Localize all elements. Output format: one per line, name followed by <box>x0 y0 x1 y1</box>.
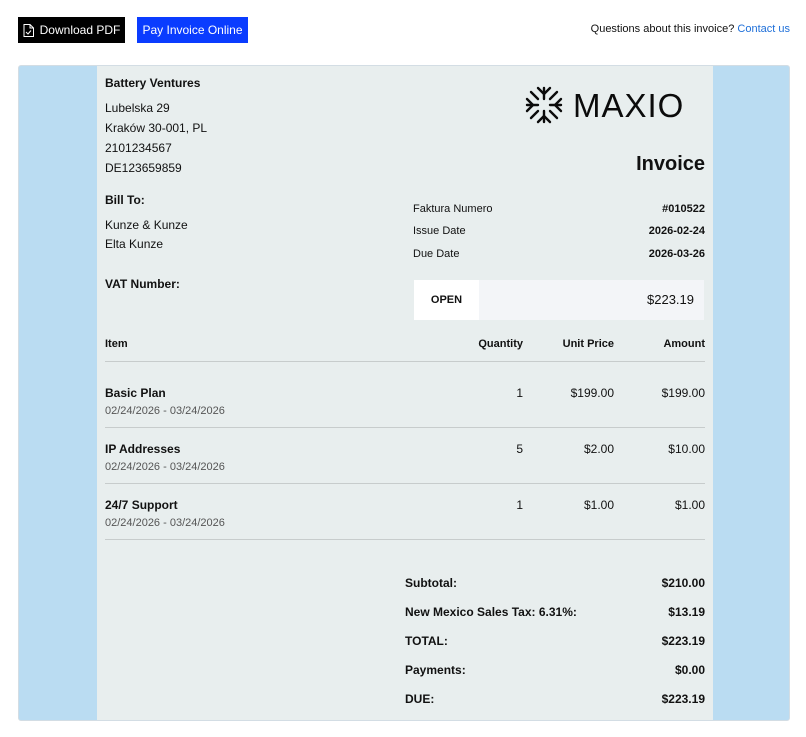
invoice-number-row: Faktura Numero #010522 <box>413 203 705 215</box>
line-item-name: Basic Plan <box>105 386 166 400</box>
download-pdf-button[interactable]: Download PDF <box>18 17 125 43</box>
line-item-amount: $10.00 <box>668 442 705 456</box>
contact-us-link[interactable]: Contact us <box>737 23 790 35</box>
bill-to-contact: Elta Kunze <box>105 237 164 251</box>
seller-name: Battery Ventures <box>105 76 201 90</box>
due-date-row: Due Date 2026-03-26 <box>413 248 705 260</box>
issue-date-value: 2026-02-24 <box>648 225 705 237</box>
status-amount: $223.19 <box>647 292 694 307</box>
line-item-amount: $1.00 <box>674 498 705 512</box>
header-quantity: Quantity <box>478 338 523 350</box>
company-logo: MAXIO <box>525 86 707 124</box>
pay-invoice-online-button[interactable]: Pay Invoice Online <box>137 17 248 43</box>
payments-value: $0.00 <box>674 663 705 677</box>
invoice-document: Battery Ventures Lubelska 29 Kraków 30-0… <box>97 66 713 720</box>
header-item: Item <box>105 338 128 350</box>
sales-tax-row: New Mexico Sales Tax: 6.31%: $13.19 <box>405 605 705 619</box>
download-pdf-label: Download PDF <box>39 23 121 37</box>
subtotal-row: Subtotal: $210.00 <box>405 576 705 590</box>
line-item-period: 02/24/2026 - 03/24/2026 <box>105 517 225 529</box>
pdf-file-icon <box>23 23 34 37</box>
header-unit-price: Unit Price <box>562 338 614 350</box>
line-item-quantity: 1 <box>516 498 523 512</box>
line-item-unit-price: $2.00 <box>583 442 614 456</box>
bill-to-label: Bill To: <box>105 193 145 207</box>
payments-label: Payments: <box>405 663 466 677</box>
questions-text: Questions about this invoice? Contact us <box>591 23 790 35</box>
invoice-number-label: Faktura Numero <box>413 203 493 215</box>
line-item-row: Basic Plan 02/24/2026 - 03/24/2026 1 $19… <box>105 372 705 428</box>
line-item-period: 02/24/2026 - 03/24/2026 <box>105 405 225 417</box>
line-item-quantity: 1 <box>516 386 523 400</box>
sales-tax-value: $13.19 <box>668 605 705 619</box>
due-row: DUE: $223.19 <box>405 692 705 706</box>
line-item-row: IP Addresses 02/24/2026 - 03/24/2026 5 $… <box>105 428 705 484</box>
line-items-header: Item Quantity Unit Price Amount <box>105 338 705 362</box>
maxio-logo-icon <box>525 86 563 124</box>
line-item-name: IP Addresses <box>105 442 181 456</box>
due-date-label: Due Date <box>413 248 460 260</box>
status-box: OPEN $223.19 <box>414 280 704 320</box>
line-item-period: 02/24/2026 - 03/24/2026 <box>105 461 225 473</box>
due-date-value: 2026-03-26 <box>648 248 705 260</box>
issue-date-label: Issue Date <box>413 225 466 237</box>
header-amount: Amount <box>663 338 705 350</box>
vat-number-label: VAT Number: <box>105 277 180 291</box>
invoice-title: Invoice <box>636 153 705 175</box>
line-item-name: 24/7 Support <box>105 498 178 512</box>
total-label: TOTAL: <box>405 634 448 648</box>
bill-to-company: Kunze & Kunze <box>105 218 188 232</box>
line-item-quantity: 5 <box>516 442 523 456</box>
payments-row: Payments: $0.00 <box>405 663 705 677</box>
total-value: $223.19 <box>661 634 705 648</box>
invoice-number-value: #010522 <box>662 203 705 215</box>
invoice-frame: Battery Ventures Lubelska 29 Kraków 30-0… <box>18 65 790 721</box>
due-value: $223.19 <box>661 692 705 706</box>
line-item-unit-price: $199.00 <box>570 386 614 400</box>
logo-text: MAXIO <box>573 86 685 124</box>
seller-tax-id-line: DE123659859 <box>105 161 182 175</box>
due-label: DUE: <box>405 692 435 706</box>
seller-address-line: Lubelska 29 <box>105 101 170 115</box>
seller-city-line: Kraków 30-001, PL <box>105 121 208 135</box>
questions-label: Questions about this invoice? <box>590 23 735 35</box>
line-item-unit-price: $1.00 <box>583 498 614 512</box>
seller-phone-line: 2101234567 <box>105 141 172 155</box>
issue-date-row: Issue Date 2026-02-24 <box>413 225 705 237</box>
status-badge: OPEN <box>414 280 479 320</box>
top-toolbar: Download PDF Pay Invoice Online Question… <box>0 0 806 60</box>
total-row: TOTAL: $223.19 <box>405 634 705 648</box>
subtotal-label: Subtotal: <box>405 576 457 590</box>
subtotal-value: $210.00 <box>661 576 705 590</box>
line-item-amount: $199.00 <box>661 386 705 400</box>
line-item-row: 24/7 Support 02/24/2026 - 03/24/2026 1 $… <box>105 484 705 540</box>
sales-tax-label: New Mexico Sales Tax: 6.31%: <box>405 605 577 619</box>
